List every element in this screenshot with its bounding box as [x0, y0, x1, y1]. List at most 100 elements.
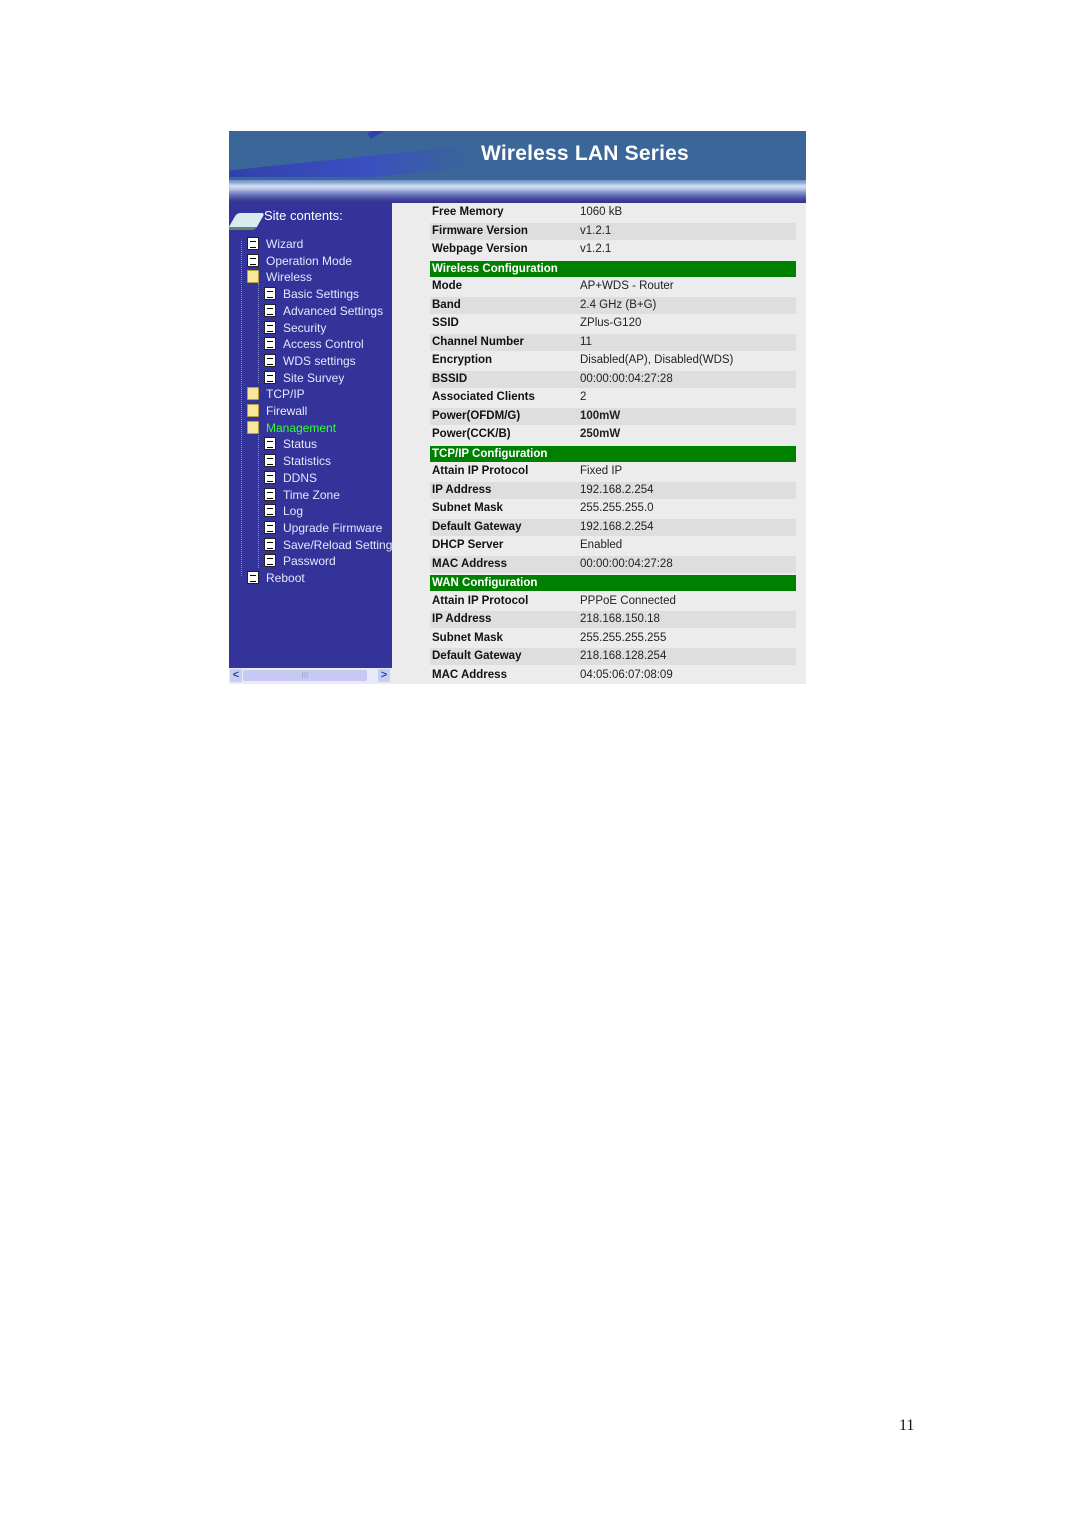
sidebar-item-wireless[interactable]: Wireless — [247, 269, 312, 285]
sidebar-item-upgrade-firmware[interactable]: Upgrade Firmware — [264, 520, 382, 536]
sidebar-item-time-zone[interactable]: Time Zone — [264, 487, 340, 503]
sidebar-item-save-reload-setting[interactable]: Save/Reload Setting — [264, 537, 392, 553]
status-value: v1.2.1 — [580, 243, 612, 255]
sidebar-item-label: Site Survey — [283, 370, 345, 385]
sidebar-item-site-survey[interactable]: Site Survey — [264, 370, 344, 386]
status-value: Fixed IP — [580, 465, 623, 477]
status-value: 218.168.150.18 — [580, 613, 660, 625]
status-row: Firmware Version v1.2.1 — [430, 222, 796, 240]
sidebar-item-status[interactable]: Status — [264, 436, 317, 452]
sidebar-item-wds-settings[interactable]: WDS settings — [264, 353, 356, 369]
status-value: 00:00:00:04:27:28 — [580, 557, 673, 570]
folder-open-icon — [247, 420, 259, 434]
sidebar-item-label: Firewall — [266, 404, 308, 418]
document-icon — [264, 337, 276, 351]
document-icon — [264, 504, 276, 518]
document-icon — [264, 470, 276, 484]
status-value: 192.168.2.254 — [580, 483, 654, 496]
status-row: Power(OFDM/G) 100mW — [430, 407, 796, 425]
status-row: Channel Number 11 — [430, 333, 796, 351]
status-label: Channel Number — [432, 335, 525, 348]
sidebar-heading: Site contents: — [264, 208, 343, 223]
document-icon — [264, 437, 276, 451]
sidebar-item-access-control[interactable]: Access Control — [264, 336, 364, 352]
document-icon — [264, 554, 276, 568]
sidebar-item-wizard[interactable]: Wizard — [247, 236, 303, 252]
status-label: Subnet Mask — [432, 502, 503, 514]
document-icon — [264, 353, 276, 367]
status-row: Associated Clients 2 — [430, 389, 796, 406]
status-row: Band 2.4 GHz (B+G) — [430, 296, 796, 314]
document-icon — [264, 287, 276, 301]
document-icon — [264, 370, 276, 384]
status-label: Power(OFDM/G) — [432, 409, 521, 422]
status-row: MAC Address 04:05:06:07:08:09 — [430, 667, 796, 684]
status-value: 2 — [580, 391, 587, 403]
status-label: Mode — [432, 280, 463, 292]
scroll-left-button[interactable]: < — [230, 669, 242, 682]
status-label: SSID — [432, 317, 459, 329]
page-number: 11 — [899, 1417, 915, 1434]
banner-decoration — [367, 131, 495, 139]
status-row: Free Memory 1060 kB — [430, 204, 796, 221]
document-icon — [264, 520, 276, 534]
status-label: Default Gateway — [432, 520, 522, 533]
status-value: 11 — [580, 335, 592, 348]
document-icon — [247, 237, 259, 250]
status-value: PPPoE Connected — [580, 594, 676, 607]
sidebar-item-label: Reboot — [266, 571, 305, 585]
status-label: Band — [432, 298, 461, 311]
status-label: MAC Address — [432, 668, 507, 681]
status-row: Encryption Disabled(AP), Disabled(WDS) — [430, 352, 796, 369]
sidebar-item-reboot[interactable]: Reboot — [247, 570, 305, 586]
sidebar-horizontal-scrollbar[interactable]: < III > — [229, 668, 392, 684]
folder-open-icon — [247, 270, 259, 284]
status-value: 255.255.255.0 — [580, 502, 654, 514]
document-icon — [264, 537, 276, 551]
folder-icon — [247, 387, 259, 401]
status-label: MAC Address — [432, 557, 507, 570]
sidebar-item-label: Wireless — [266, 270, 313, 285]
status-value: 04:05:06:07:08:09 — [580, 668, 673, 681]
sidebar-tree: Site contents: Wizard Operation Mode Wirel… — [229, 203, 392, 668]
sidebar-item-tcp-ip[interactable]: TCP/IP — [247, 386, 305, 402]
status-row: Power(CCK/B) 250mW — [430, 426, 796, 443]
status-value: 1060 kB — [580, 206, 623, 218]
status-row: Subnet Mask 255.255.255.255 — [430, 630, 796, 647]
sidebar-item-label: Log — [283, 504, 304, 519]
status-label: Associated Clients — [432, 391, 535, 403]
sidebar-item-label: Statistics — [283, 454, 332, 469]
status-row: Mode AP+WDS - Router — [430, 278, 796, 295]
sidebar-item-log[interactable]: Log — [264, 503, 303, 519]
sidebar-item-ddns[interactable]: DDNS — [264, 470, 317, 486]
sidebar-item-operation-mode[interactable]: Operation Mode — [247, 253, 352, 269]
sidebar-item-label: Management — [266, 420, 337, 435]
status-label: Power(CCK/B) — [432, 428, 511, 440]
tree-connector-line — [258, 433, 259, 568]
sidebar-item-label: Access Control — [283, 337, 364, 352]
scroll-thumb[interactable]: III — [243, 670, 367, 681]
status-label: Firmware Version — [432, 224, 528, 237]
sidebar-item-basic-settings[interactable]: Basic Settings — [264, 286, 359, 302]
sidebar-item-label: Basic Settings — [283, 287, 360, 302]
sidebar-item-label: Wizard — [266, 237, 304, 251]
status-label: Subnet Mask — [432, 631, 503, 644]
sidebar-item-password[interactable]: Password — [264, 553, 336, 569]
status-label: Webpage Version — [432, 243, 528, 255]
sidebar-item-label: TCP/IP — [266, 387, 305, 402]
sidebar-item-label: Upgrade Firmware — [283, 520, 383, 535]
status-row: Webpage Version v1.2.1 — [430, 241, 796, 258]
sidebar-item-advanced-settings[interactable]: Advanced Settings — [264, 303, 383, 319]
status-value: 218.168.128.254 — [580, 650, 667, 662]
banner-stripes — [229, 177, 806, 203]
sidebar-item-management[interactable]: Management — [247, 420, 336, 436]
status-row: MAC Address 00:00:00:04:27:28 — [430, 555, 796, 573]
document-icon — [264, 320, 276, 334]
tree-connector-line — [258, 283, 259, 383]
scroll-right-button[interactable]: > — [378, 669, 390, 682]
document-icon — [264, 303, 276, 317]
sidebar-item-security[interactable]: Security — [264, 320, 326, 336]
status-label: Default Gateway — [432, 650, 522, 662]
sidebar-item-firewall[interactable]: Firewall — [247, 403, 307, 419]
sidebar-item-statistics[interactable]: Statistics — [264, 453, 331, 469]
